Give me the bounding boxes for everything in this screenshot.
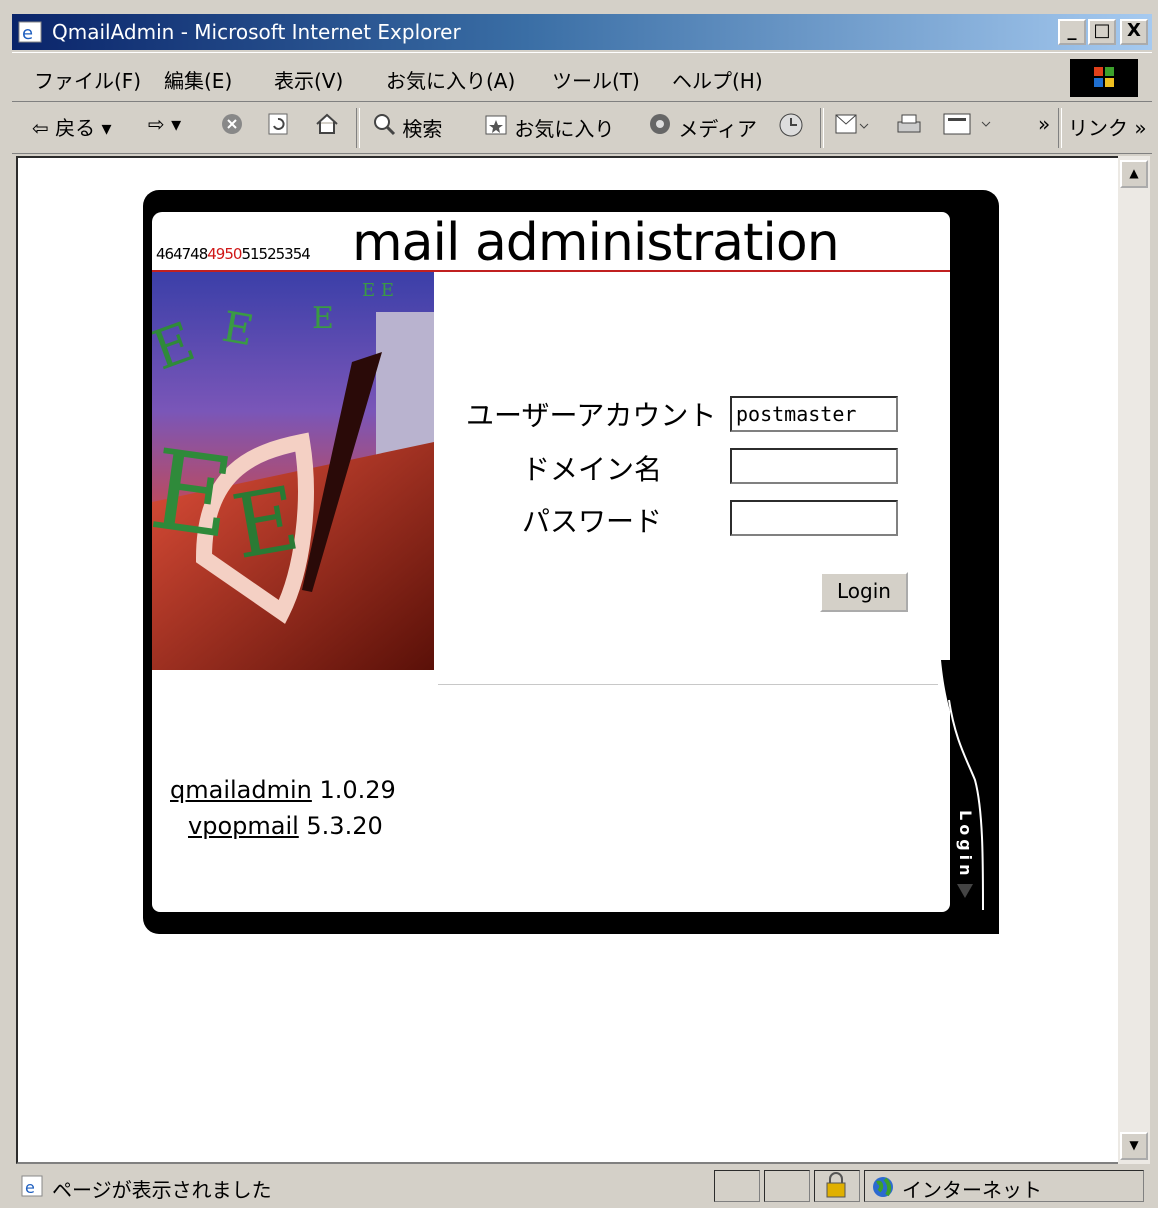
forward-button[interactable]: ⇨ ▾ [148, 112, 181, 136]
vertical-scrollbar[interactable]: ▲ ▼ [1118, 156, 1150, 1164]
menu-help[interactable]: ヘルプ(H) [672, 65, 763, 94]
print-icon[interactable] [894, 112, 924, 141]
stop-icon[interactable] [220, 112, 244, 141]
ie-icon: e [18, 21, 42, 44]
favorites-button[interactable]: お気に入り [484, 112, 614, 142]
toolbar: ⇦ 戻る ▾ ⇨ ▾ 検索 お気に入り メディア » リンク » [12, 102, 1152, 154]
vpopmail-version: vpopmail 5.3.20 [188, 812, 383, 840]
windows-logo-icon [1070, 59, 1138, 97]
status-text: ページが表示されました [52, 1178, 272, 1202]
menu-tools[interactable]: ツール(T) [552, 65, 640, 94]
svg-text:e: e [22, 23, 33, 44]
edit-icon[interactable] [942, 112, 998, 141]
menu-edit[interactable]: 編集(E) [164, 65, 232, 94]
password-label: パスワード [522, 505, 663, 538]
domain-label: ドメイン名 [522, 453, 663, 486]
mail-admin-frame: 464748495051525354 mail administration E… [143, 190, 999, 934]
menu-view[interactable]: 表示(V) [274, 65, 343, 94]
back-button[interactable]: ⇦ 戻る ▾ [32, 112, 112, 141]
section-divider [438, 684, 938, 685]
minimize-button[interactable]: _ [1058, 19, 1086, 45]
mailbox-illustration: E E E E E E E [152, 272, 434, 670]
home-icon[interactable] [314, 112, 340, 141]
title-bar: e QmailAdmin - Microsoft Internet Explor… [12, 14, 1152, 50]
toolbar-chevron[interactable]: » [1038, 112, 1050, 136]
page-title: mail administration [352, 213, 840, 273]
window-title: QmailAdmin - Microsoft Internet Explorer [52, 20, 461, 44]
scroll-up-button[interactable]: ▲ [1120, 160, 1148, 188]
down-triangle-icon [957, 884, 973, 898]
search-button[interactable]: 検索 [372, 112, 442, 142]
globe-icon [873, 1177, 893, 1197]
menu-favorites[interactable]: お気に入り(A) [386, 65, 515, 94]
user-account-input[interactable]: postmaster [730, 396, 898, 432]
media-icon [650, 114, 670, 134]
refresh-icon[interactable] [266, 112, 290, 141]
media-button[interactable]: メディア [648, 112, 757, 142]
scroll-down-button[interactable]: ▼ [1120, 1132, 1148, 1160]
login-button[interactable]: Login [820, 572, 908, 612]
user-account-label: ユーザーアカウント [466, 399, 717, 432]
search-icon [374, 114, 396, 136]
qmailadmin-link[interactable]: qmailadmin [170, 776, 312, 804]
qmailadmin-version: qmailadmin 1.0.29 [170, 776, 396, 804]
header-numbers: 464748495051525354 [156, 245, 311, 263]
menu-file[interactable]: ファイル(F) [34, 65, 141, 94]
domain-input[interactable] [730, 448, 898, 484]
maximize-button[interactable]: □ [1088, 19, 1116, 45]
zone-label: インターネット [902, 1178, 1042, 1202]
mail-icon[interactable] [834, 112, 870, 141]
svg-text:E E: E E [362, 280, 394, 301]
history-icon[interactable] [778, 112, 804, 143]
page-icon: e [21, 1175, 43, 1197]
security-lock-icon [814, 1170, 860, 1202]
links-button[interactable]: リンク » [1068, 112, 1147, 141]
vpopmail-link[interactable]: vpopmail [188, 812, 299, 840]
status-bar: e ページが表示されました インターネット [12, 1166, 1152, 1206]
mail-admin-content: 464748495051525354 mail administration E… [152, 212, 950, 912]
close-button[interactable]: X [1120, 19, 1148, 45]
favorites-icon [485, 115, 507, 135]
svg-text:e: e [25, 1178, 35, 1197]
menu-bar: ファイル(F) 編集(E) 表示(V) お気に入り(A) ツール(T) ヘルプ(… [12, 52, 1152, 102]
svg-text:E: E [312, 301, 334, 336]
password-input[interactable] [730, 500, 898, 536]
